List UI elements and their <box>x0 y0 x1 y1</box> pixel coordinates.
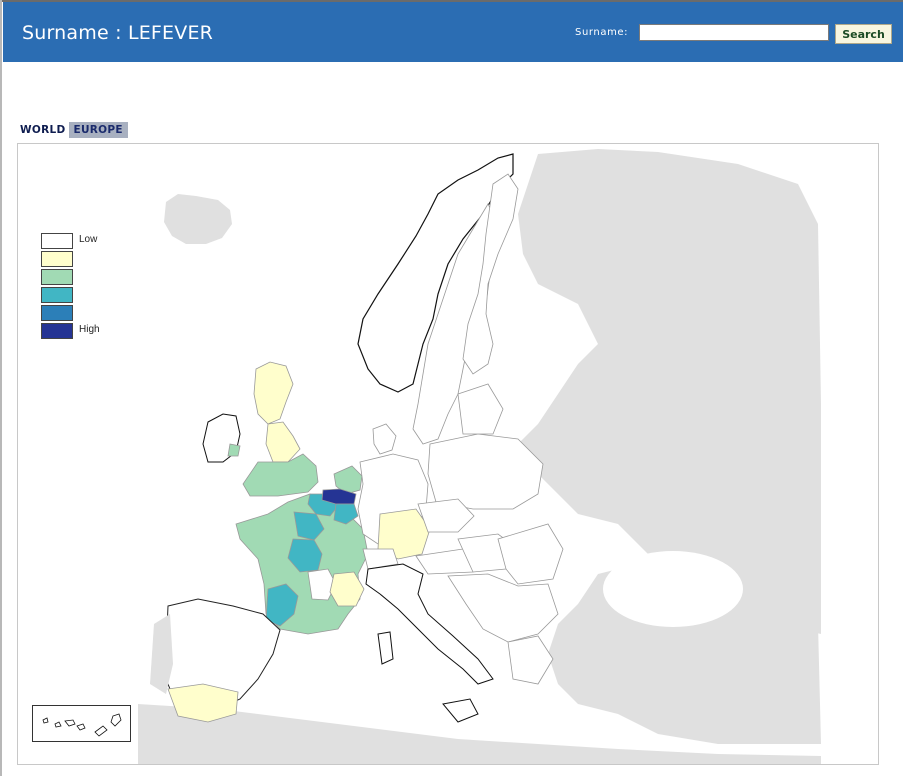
greece-region <box>507 635 554 685</box>
sicily-region <box>442 698 479 723</box>
search-button[interactable]: Search <box>835 24 892 44</box>
canary-islands-map <box>42 713 122 737</box>
region-tabs: WORLD EUROPE <box>17 122 128 138</box>
legend-swatch-high <box>41 323 73 339</box>
legend-label-high: High <box>79 324 100 335</box>
page-title: Surname : LEFEVER <box>22 22 214 44</box>
denmark-region <box>372 423 397 455</box>
surname-search-input[interactable] <box>639 24 829 41</box>
balkans-region <box>447 573 559 643</box>
romania-region <box>497 523 564 585</box>
iceland-shape <box>164 194 232 244</box>
canary-islands-inset <box>32 705 131 742</box>
legend-swatch-level-5 <box>41 305 73 321</box>
tab-world[interactable]: WORLD <box>17 122 69 138</box>
legend-swatch-level-3 <box>41 269 73 285</box>
sardinia-region <box>377 631 394 665</box>
tab-europe[interactable]: EUROPE <box>68 122 128 138</box>
scotland-region <box>253 361 294 425</box>
andalusia-region <box>167 683 239 723</box>
north-england-region <box>265 421 301 463</box>
legend-swatch-level-4 <box>41 287 73 303</box>
map-frame: Low High <box>17 143 879 765</box>
legend-swatch-low <box>41 233 73 249</box>
europe-map <box>138 149 821 764</box>
north-ireland-region <box>227 443 241 457</box>
surname-search-label: Surname: <box>575 27 629 38</box>
legend-label-low: Low <box>79 234 98 245</box>
black-sea-water <box>603 551 743 627</box>
header-bar: Surname : LEFEVER Surname: Search <box>3 2 903 62</box>
baltics-region <box>457 383 504 435</box>
left-border <box>0 0 2 776</box>
legend-swatch-level-2 <box>41 251 73 267</box>
